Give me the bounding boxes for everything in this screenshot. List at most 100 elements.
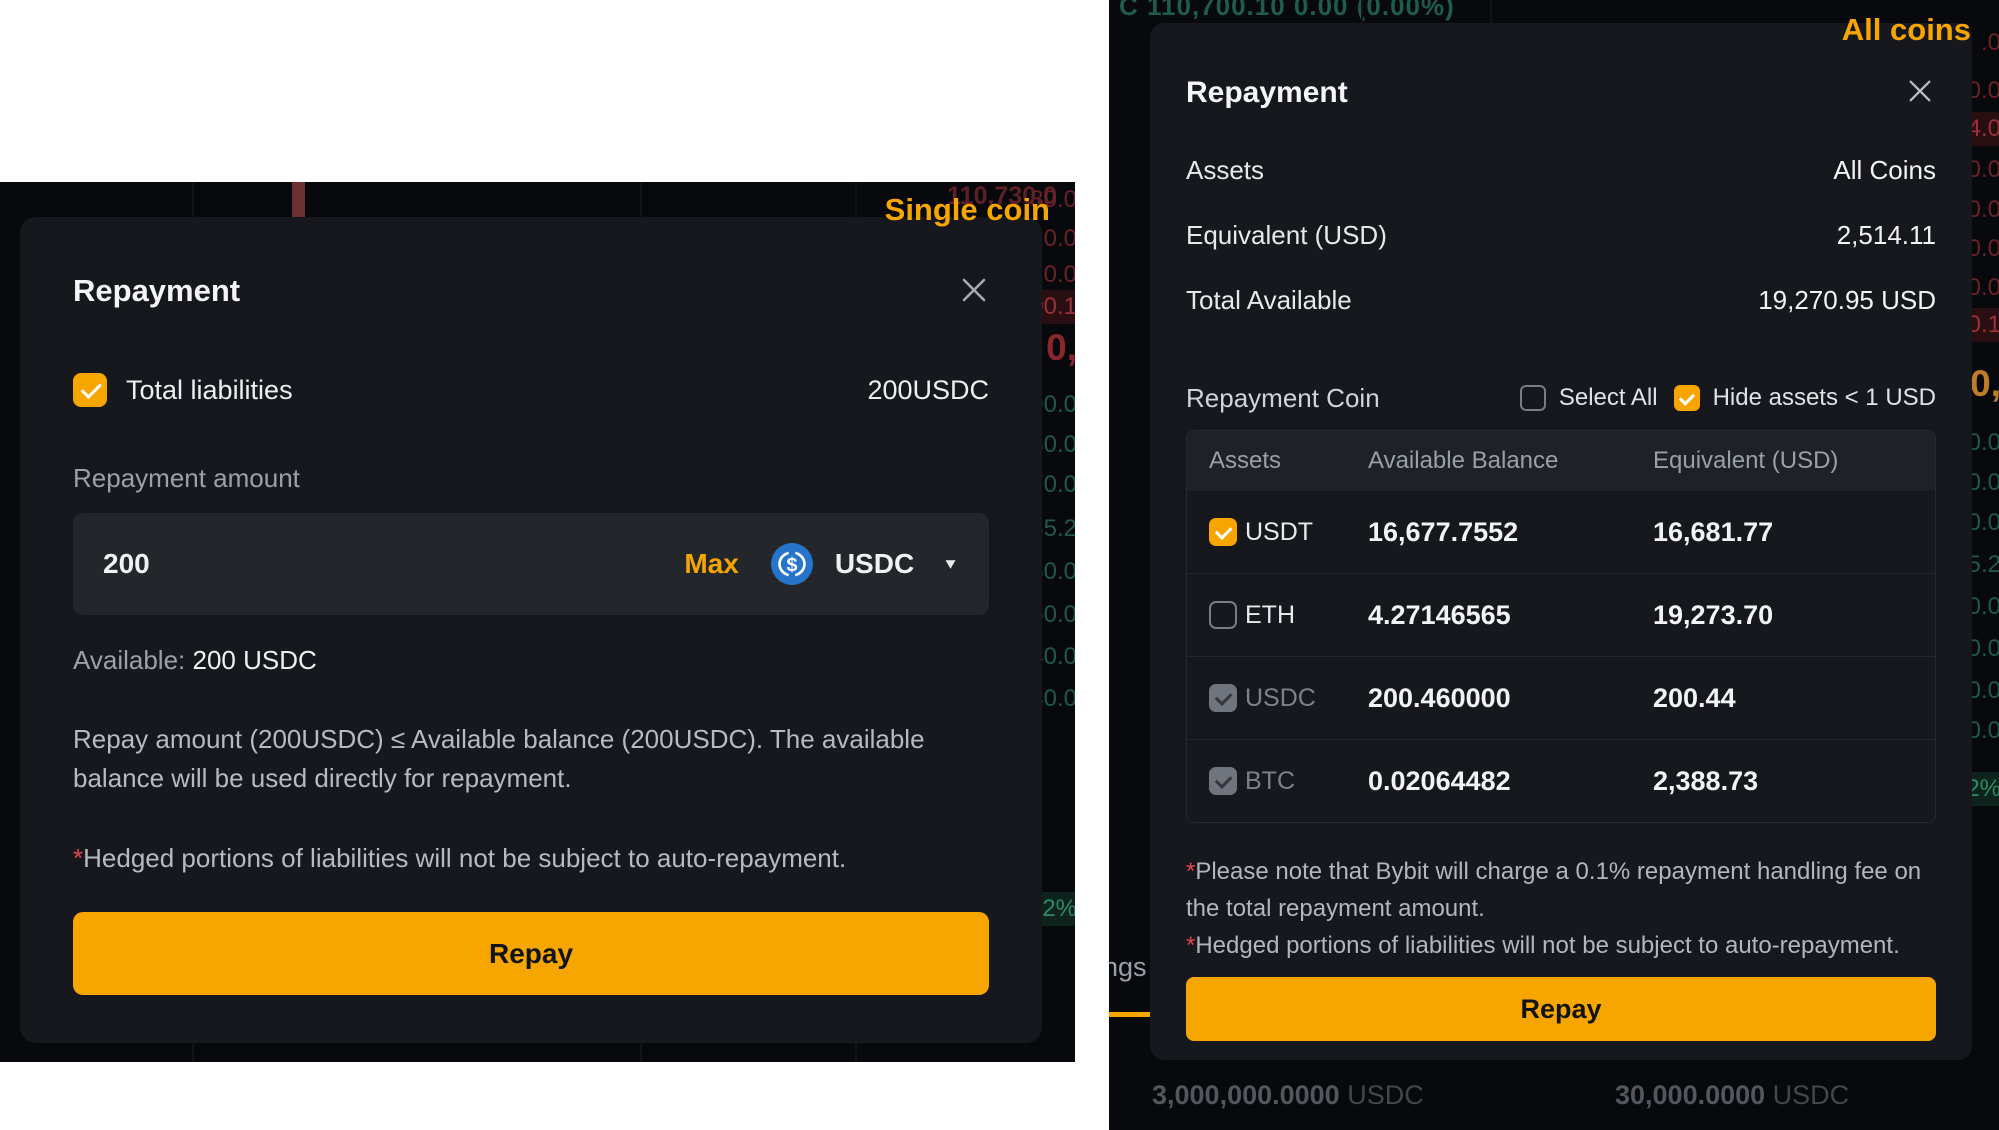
chart-gridline — [1361, 0, 1363, 23]
chart-gridline — [1490, 0, 1492, 23]
repayment-modal-all-coins: Repayment Assets All Coins Equivalent (U… — [1150, 23, 1972, 1060]
total-liabilities-row: Total liabilities 200USDC — [73, 373, 989, 407]
amount-value[interactable]: 200 — [103, 548, 662, 580]
hedged-footnote: *Hedged portions of liabilities will not… — [73, 842, 989, 874]
summary-section: Assets All Coins Equivalent (USD) 2,514.… — [1186, 155, 1936, 315]
row-checkbox[interactable] — [1187, 518, 1245, 546]
usdc-icon: $ — [771, 543, 813, 585]
hedged-footnote: *Hedged portions of liabilities will not… — [1186, 927, 1936, 964]
coin-name: BTC — [1245, 767, 1368, 796]
bottom-value-amount: 30,000.0000 — [1615, 1080, 1765, 1110]
equivalent-usd-value: 2,514.11 — [1837, 220, 1936, 251]
assets-value: All Coins — [1833, 155, 1936, 186]
footnote-asterisk: * — [1186, 932, 1195, 959]
assets-label: Assets — [1186, 155, 1264, 186]
total-liabilities-label: Total liabilities — [126, 375, 293, 406]
chevron-down-icon[interactable]: ▼ — [942, 556, 959, 573]
available-balance-line: Available: 200 USDC — [73, 645, 989, 675]
modal-header: Repayment — [1186, 75, 1936, 111]
equivalent-usd-cell: 16,681.77 — [1653, 517, 1935, 548]
chart-candle — [292, 182, 305, 217]
close-icon[interactable] — [1906, 77, 1936, 107]
active-tab-underline — [1109, 1012, 1153, 1017]
background-bottom-value: 3,000,000.0000 USDC — [1152, 1080, 1424, 1111]
all-coins-annotation: All coins — [1842, 12, 1971, 48]
repay-button[interactable]: Repay — [73, 912, 989, 995]
row-checkbox[interactable] — [1187, 767, 1245, 795]
repayment-amount-input[interactable]: 200 Max $ USDC ▼ — [73, 513, 989, 615]
checkbox-checked-icon[interactable] — [73, 373, 107, 407]
repay-button[interactable]: Repay — [1186, 977, 1936, 1041]
fee-footnote: *Please note that Bybit will charge a 0.… — [1186, 853, 1936, 927]
checkbox-icon[interactable] — [1209, 518, 1237, 546]
footnote-text: Hedged portions of liabilities will not … — [1195, 932, 1899, 959]
row-checkbox[interactable] — [1187, 684, 1245, 712]
hide-assets-label: Hide assets < 1 USD — [1713, 384, 1936, 412]
equivalent-usd-cell: 200.44 — [1653, 683, 1935, 714]
hide-assets-checkbox[interactable]: Hide assets < 1 USD — [1674, 384, 1936, 412]
screenshot-root: { "annotations": { "left_label": "Single… — [0, 0, 1999, 1130]
equivalent-usd-cell: 2,388.73 — [1653, 766, 1935, 797]
checkbox-icon[interactable] — [1209, 767, 1237, 795]
table-row[interactable]: ETH 4.27146565 19,273.70 — [1187, 573, 1935, 656]
repayment-coin-label: Repayment Coin — [1186, 383, 1380, 414]
available-balance-cell: 0.02064482 — [1368, 766, 1653, 797]
background-panel-left: 110,730.0 30.0 20.0 0.0 00.1 0, 90.0 80.… — [0, 182, 1075, 1062]
table-row[interactable]: BTC 0.02064482 2,388.73 — [1187, 739, 1935, 822]
modal-title: Repayment — [1186, 75, 1348, 111]
footnote-text: Please note that Bybit will charge a 0.1… — [1186, 858, 1921, 922]
repayment-coin-row: Repayment Coin Select All Hide assets < … — [1186, 383, 1936, 413]
available-balance-cell: 200.460000 — [1368, 683, 1653, 714]
footnote-asterisk: * — [73, 843, 83, 873]
equivalent-usd-label: Equivalent (USD) — [1186, 220, 1387, 251]
bottom-value-amount: 3,000,000.0000 — [1152, 1080, 1340, 1110]
footnote-text: Hedged portions of liabilities will not … — [83, 843, 846, 873]
table-row[interactable]: USDT 16,677.7552 16,681.77 — [1187, 491, 1935, 573]
total-available-value: 19,270.95 USD — [1758, 285, 1936, 316]
max-button[interactable]: Max — [684, 548, 738, 580]
background-panel-right: C 110,700.10 0.00 (0.00%) .0 50.0 44.0 4… — [1109, 0, 1999, 1130]
assets-row: Assets All Coins — [1186, 155, 1936, 185]
total-available-label: Total Available — [1186, 285, 1352, 316]
checkbox-checked-icon[interactable] — [1674, 385, 1700, 411]
modal-title: Repayment — [73, 273, 240, 309]
total-liabilities-checkbox-group[interactable]: Total liabilities — [73, 373, 293, 407]
equivalent-usd-cell: 19,273.70 — [1653, 600, 1935, 631]
coin-name: ETH — [1245, 601, 1368, 630]
table-header-row: Assets Available Balance Equivalent (USD… — [1187, 431, 1935, 491]
col-header-equivalent-usd: Equivalent (USD) — [1653, 447, 1935, 475]
modal-header: Repayment — [73, 273, 989, 309]
table-row[interactable]: USDC 200.460000 200.44 — [1187, 656, 1935, 739]
available-balance-cell: 4.27146565 — [1368, 600, 1653, 631]
currency-selected[interactable]: USDC — [835, 548, 914, 580]
coin-name: USDC — [1245, 684, 1368, 713]
available-value: 200 USDC — [193, 645, 317, 675]
coin-name: USDT — [1245, 518, 1368, 547]
col-header-assets: Assets — [1187, 447, 1368, 475]
available-label: Available: — [73, 645, 185, 675]
equivalent-usd-row: Equivalent (USD) 2,514.11 — [1186, 220, 1936, 250]
footnotes: *Please note that Bybit will charge a 0.… — [1186, 853, 1936, 964]
col-header-available-balance: Available Balance — [1368, 447, 1653, 475]
svg-text:$: $ — [786, 554, 797, 576]
checkbox-icon[interactable] — [1209, 601, 1237, 629]
row-checkbox[interactable] — [1187, 601, 1245, 629]
select-all-checkbox[interactable]: Select All — [1520, 384, 1658, 412]
background-price-ticker-top: C 110,700.10 0.00 (0.00%) — [1119, 0, 1455, 22]
single-coin-annotation: Single coin — [885, 192, 1050, 228]
repayment-coin-table: Assets Available Balance Equivalent (USD… — [1186, 430, 1936, 823]
total-available-row: Total Available 19,270.95 USD — [1186, 285, 1936, 315]
available-balance-cell: 16,677.7552 — [1368, 517, 1653, 548]
checkbox-icon[interactable] — [1209, 684, 1237, 712]
total-liabilities-value: 200USDC — [867, 375, 989, 406]
background-tab-fragment: ngs — [1109, 952, 1147, 983]
table-filter-options: Select All Hide assets < 1 USD — [1520, 384, 1936, 412]
background-bottom-value: 30,000.0000 USDC — [1615, 1080, 1849, 1111]
repay-notice-text: Repay amount (200USDC) ≤ Available balan… — [73, 720, 933, 798]
table-body: USDT 16,677.7552 16,681.77 ETH 4.2714656… — [1187, 491, 1935, 822]
footnote-asterisk: * — [1186, 858, 1195, 885]
checkbox-unchecked-icon[interactable] — [1520, 385, 1546, 411]
repayment-modal-single: Repayment Total liabilities 200USDC Repa… — [20, 217, 1042, 1043]
select-all-label: Select All — [1559, 384, 1658, 412]
close-icon[interactable] — [959, 275, 989, 305]
